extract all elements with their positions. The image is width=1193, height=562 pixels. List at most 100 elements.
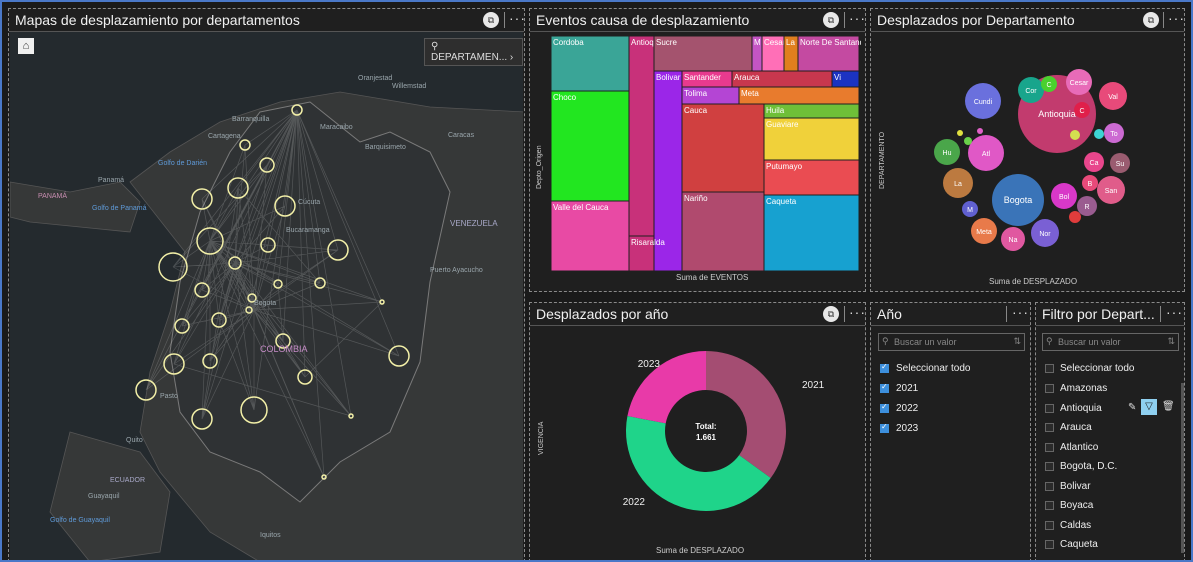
treemap-tile-label: Tolima bbox=[684, 89, 708, 98]
dept-bubble-label: R bbox=[1084, 204, 1089, 211]
treemap-tile-label: Caqueta bbox=[766, 197, 797, 206]
dept-item[interactable]: Caldas bbox=[1060, 520, 1091, 531]
header-divider bbox=[844, 12, 845, 28]
year-item[interactable]: 2023 bbox=[896, 423, 918, 434]
treemap-tile-label: Vi bbox=[834, 73, 841, 82]
donut-y-axis-label: VIGENCIA bbox=[538, 421, 545, 455]
more-options-icon[interactable]: ··· bbox=[509, 10, 524, 26]
focus-icon[interactable]: ⧉ bbox=[823, 306, 839, 322]
dept-checkbox[interactable] bbox=[1045, 462, 1054, 471]
dept-checkbox[interactable] bbox=[1045, 481, 1054, 491]
dept-item[interactable]: Atlantico bbox=[1060, 442, 1098, 453]
dept-bubble-label: Ca bbox=[1090, 160, 1099, 167]
year-checkbox[interactable] bbox=[880, 422, 889, 433]
sort-icon[interactable]: ⇅ bbox=[1013, 336, 1021, 347]
header-divider bbox=[1160, 306, 1161, 322]
more-options-icon[interactable]: ··· bbox=[1012, 304, 1029, 320]
dept-bubble-label: Na bbox=[1009, 237, 1018, 244]
search-icon: ⚲ bbox=[1046, 336, 1053, 346]
year-filter-header: Año ··· bbox=[871, 303, 1030, 326]
more-options-icon[interactable]: ··· bbox=[849, 10, 865, 26]
map-panel: Mapas de desplazamiento por departamento… bbox=[8, 8, 525, 562]
treemap-tile-label: Bolivar bbox=[656, 73, 681, 82]
focus-icon[interactable]: ⧉ bbox=[483, 12, 499, 28]
map-label: Cartagena bbox=[208, 133, 241, 140]
map-label: Golfo de Panamá bbox=[92, 205, 147, 212]
year-item[interactable]: 2021 bbox=[896, 383, 918, 394]
header-divider bbox=[844, 306, 845, 322]
map-svg: Oranjestad Willemstad Barranquilla Marac… bbox=[10, 32, 523, 560]
focus-icon[interactable]: ⧉ bbox=[1143, 12, 1159, 28]
dept-bubble[interactable] bbox=[957, 130, 963, 136]
treemap-tile-label: Sucre bbox=[656, 38, 677, 47]
more-options-icon[interactable]: ··· bbox=[1166, 304, 1183, 320]
dept-checkbox[interactable] bbox=[1045, 540, 1054, 549]
dept-checkbox[interactable] bbox=[1045, 501, 1054, 510]
dept-checkbox[interactable] bbox=[1045, 520, 1054, 530]
treemap-tile[interactable] bbox=[551, 90, 630, 202]
dept-item[interactable]: Arauca bbox=[1060, 422, 1092, 433]
chevron-right-icon: › bbox=[507, 52, 514, 63]
dept-bubble[interactable] bbox=[1070, 130, 1080, 140]
treemap-tile-label: Huila bbox=[766, 106, 785, 115]
treemap-x-axis-label: Suma de EVENTOS bbox=[676, 273, 749, 282]
dept-bubble[interactable] bbox=[1094, 129, 1104, 139]
donut-chart[interactable]: 2021 2022 2023 Total: 1.661 bbox=[550, 327, 850, 552]
treemap-tile[interactable] bbox=[628, 36, 655, 237]
select-all-checkbox[interactable] bbox=[1045, 364, 1054, 373]
dept-checkbox[interactable] bbox=[1045, 442, 1054, 452]
map-label: ECUADOR bbox=[110, 477, 145, 484]
sort-icon[interactable]: ⇅ bbox=[1167, 336, 1175, 347]
focus-icon[interactable]: ⧉ bbox=[823, 12, 839, 28]
more-options-icon[interactable]: ··· bbox=[1168, 10, 1184, 26]
donut-slice[interactable] bbox=[706, 351, 786, 479]
dept-checkbox[interactable] bbox=[1045, 423, 1054, 432]
donut-x-axis-label: Suma de DESPLAZADO bbox=[656, 546, 745, 555]
treemap-tile[interactable] bbox=[681, 103, 765, 193]
year-checkbox[interactable] bbox=[880, 382, 889, 393]
year-checkbox[interactable] bbox=[880, 402, 889, 413]
map-label: Bogota bbox=[254, 300, 276, 307]
dept-item[interactable]: Boyaca bbox=[1060, 500, 1093, 511]
filter-icon[interactable]: ▽ bbox=[1141, 399, 1157, 415]
dept-item[interactable]: Amazonas bbox=[1060, 383, 1107, 394]
dept-bubble-label: Cesar bbox=[1070, 80, 1089, 87]
select-all-checkbox[interactable] bbox=[880, 362, 889, 373]
bubble-chart[interactable]: Antioquia Cundi Cor C Cesar Val C To Ca Su Hu Atl La… bbox=[885, 37, 1185, 277]
dept-bubble[interactable] bbox=[1069, 211, 1081, 223]
dept-bubble[interactable] bbox=[964, 137, 972, 145]
map-label: VENEZUELA bbox=[450, 219, 498, 228]
dept-search-input[interactable]: ⚲ Buscar un valor ⇅ bbox=[1042, 333, 1179, 351]
year-item[interactable]: 2022 bbox=[896, 403, 918, 414]
dept-checkbox[interactable] bbox=[1045, 384, 1054, 393]
dept-item[interactable]: Bolivar bbox=[1060, 481, 1091, 492]
treemap-chart[interactable]: Cordoba AntioquiaSucre M Cesar La GuNorte De… bbox=[551, 36, 861, 271]
more-options-icon[interactable]: ··· bbox=[849, 304, 865, 320]
events-panel-header: Eventos causa de desplazamiento ⧉ ··· bbox=[530, 9, 865, 32]
scrollbar[interactable] bbox=[1181, 383, 1184, 553]
dept-item[interactable]: Bogota, D.C. bbox=[1060, 461, 1117, 472]
year-search-input[interactable]: ⚲ Buscar un valor ⇅ bbox=[878, 333, 1025, 351]
map-panel-title: Mapas de desplazamiento por departamento… bbox=[15, 12, 300, 28]
dept-bubble-label: B bbox=[1088, 181, 1093, 188]
select-all-label[interactable]: Seleccionar todo bbox=[896, 363, 971, 374]
donut-center-label: Total: bbox=[695, 422, 716, 431]
dept-checkbox[interactable] bbox=[1045, 403, 1054, 413]
year-donut-panel: Desplazados por año ⧉ ··· VIGENCIA 2021 2… bbox=[529, 302, 866, 562]
dept-item[interactable]: Caqueta bbox=[1060, 539, 1098, 550]
edit-icon[interactable]: ✎ bbox=[1128, 402, 1136, 413]
dept-filter-header: Filtro por Depart... ··· bbox=[1036, 303, 1184, 326]
bubble-x-axis-label: Suma de DESPLAZADO bbox=[989, 277, 1078, 286]
dept-item[interactable]: Antioquia bbox=[1060, 403, 1102, 414]
trash-icon[interactable]: 🗑 bbox=[1162, 401, 1175, 412]
layer-chip[interactable]: ⚲ DEPARTAMEN... › bbox=[424, 38, 523, 66]
home-button[interactable]: ⌂ bbox=[18, 38, 34, 54]
dept-bubble[interactable] bbox=[977, 128, 983, 134]
map-label: Barquisimeto bbox=[365, 144, 406, 151]
treemap-tile-label: Arauca bbox=[734, 73, 760, 82]
treemap-tile[interactable] bbox=[681, 191, 765, 271]
select-all-label[interactable]: Seleccionar todo bbox=[1060, 363, 1135, 374]
map-canvas[interactable]: Oranjestad Willemstad Barranquilla Marac… bbox=[10, 32, 523, 560]
header-divider bbox=[504, 12, 505, 28]
treemap-tile[interactable] bbox=[763, 194, 860, 271]
